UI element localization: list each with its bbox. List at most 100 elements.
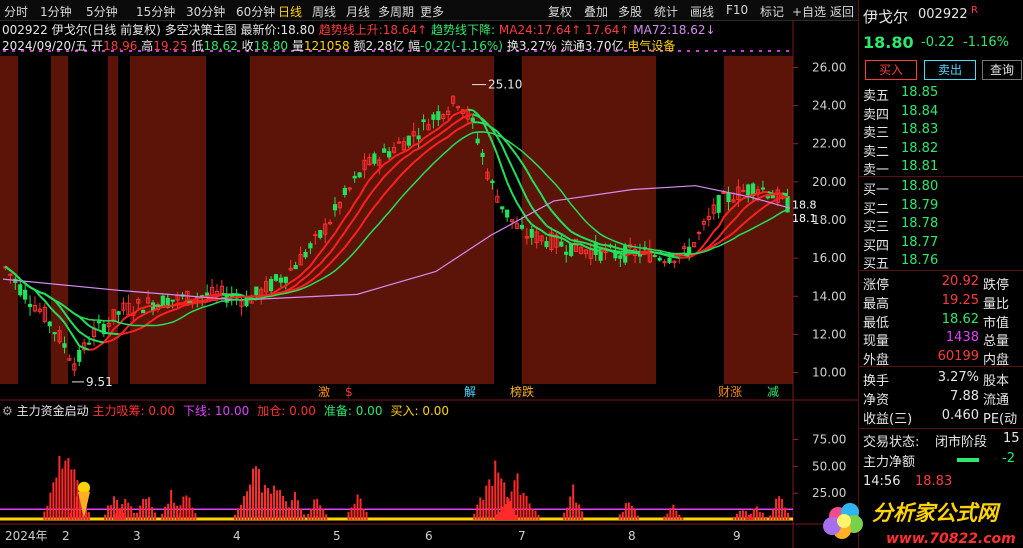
strategy-name[interactable]: 多空决策主图 [165,23,237,37]
fund-bar [350,507,353,520]
ask-row: 卖一 18.81 [863,158,1021,178]
fund-bar [239,504,242,520]
stat-value: 19.25 [941,292,979,308]
toolbar-item-7[interactable]: 周线 [312,3,336,20]
toolbar-item-5[interactable]: 60分钟 [236,3,275,20]
ask-label: 卖五 [863,89,890,104]
close-value: 18.80 [253,39,289,53]
trend-line-segment [625,248,631,252]
toolbar-item-9[interactable]: 多周期 [378,3,414,20]
toolbar-item-2[interactable]: 5分钟 [86,3,118,20]
toolbar-item-6[interactable]: 日线 [278,3,302,20]
stat-label: 最高 [863,296,890,312]
toolbar-item-4[interactable]: 30分钟 [186,3,225,20]
toolbar-item-19[interactable]: 返回 [830,3,854,20]
stat-row: 最高 19.25 量比 [863,292,1021,312]
trend-line-segment [620,247,626,251]
fund-bar [316,498,319,520]
stat2-label: 净资 [863,392,890,408]
ask-price: 18.82 [901,140,939,156]
fund-bar [738,511,741,520]
toolbar-item-13[interactable]: 多股 [618,3,642,20]
ask-row: 卖五 18.85 [863,84,1021,104]
event-label-5: 减 [767,385,779,399]
ma24-value: 17.64 [536,23,572,37]
toolbar-item-10[interactable]: 更多 [420,3,444,20]
fund-bar [127,502,130,520]
bid-row: 买一 18.80 [863,178,1021,198]
trend-line-segment [211,298,218,302]
fund-bar [299,508,302,520]
trend-line-segment [477,121,483,125]
fund-bar [752,508,755,520]
toolbar-item-1[interactable]: 1分钟 [40,3,72,20]
toolbar-item-0[interactable]: 分时 [4,3,28,20]
fund-bar [279,489,282,520]
fund-bar [161,513,164,520]
fund-bar [578,504,581,520]
fund-bar [758,512,761,520]
low-value: 18.62 [203,39,238,53]
fund-bar [633,508,636,520]
indicator-title[interactable]: 主力资金启动 [17,404,89,418]
sub-y-tick-0: 75.00 [812,432,846,446]
ask-label: 卖三 [863,126,890,141]
fund-bar [242,496,245,520]
fund-bar [236,508,239,520]
sell-button[interactable]: 卖出 [924,60,976,80]
month-label-8: 9 [733,529,741,543]
indicator-header: ⚙ 主力资金启动 主力吸筹: 0.00 下线: 10.00 加仓: 0.00 准备: … [2,402,852,418]
turn-label: 换 [506,39,519,53]
ma24-label: MA24: [498,23,537,37]
fund-bar [769,515,772,520]
trend-line-segment [266,293,272,297]
buy-button[interactable]: 买入 [865,60,917,80]
stat-row: 外盘 60199 内盘 [863,348,1021,368]
high-value: 19.25 [153,39,188,53]
stat2-row: 净资 7.88 流通 [863,388,1021,408]
fund-bar [310,508,313,520]
fund-bar [784,507,787,520]
trend-line-segment [664,252,670,256]
fund-bar [307,513,310,520]
trend-line-segment [580,241,587,245]
toolbar-item-12[interactable]: 叠加 [584,3,608,20]
toolbar-item-8[interactable]: 月线 [346,3,370,20]
trend-line-segment [620,250,626,254]
y-tick-2: 22.00 [812,137,846,151]
fund-bar [522,492,525,520]
stat-label2: 量比 [983,296,1010,312]
fund-bar [248,484,251,520]
vol-value: 121058 [303,39,350,53]
toolbar-item-17[interactable]: 标记 [760,3,784,20]
fund-bar [264,491,267,520]
toolbar-item-16[interactable]: F10 [726,3,748,17]
legend-label-1: 下线: [183,404,212,418]
trend-up-arrow: ↑ [417,23,428,37]
trend-line-segment [767,193,774,197]
ask-price: 18.84 [901,103,939,119]
fund-bar [624,503,627,520]
fund-bar [479,497,482,520]
legend-value-4: 0.00 [422,404,450,418]
separator [859,176,1023,177]
toolbar-item-11[interactable]: 复权 [548,3,572,20]
last-price-label: 18.8 [792,199,817,212]
toolbar-item-18[interactable]: +自选 [792,3,826,20]
logo-url: www.70822.com [886,531,1016,547]
sector-label[interactable]: 电气设备 [627,39,675,53]
legend-label-2: 加仓: [257,404,286,418]
settings-icon[interactable]: ⚙ [2,404,13,418]
toolbar-item-3[interactable]: 15分钟 [136,3,175,20]
toolbar-item-14[interactable]: 统计 [654,3,678,20]
candle [372,151,377,166]
event-label-1: $ [345,385,353,399]
stat-row: 现量 1438 总量 [863,329,1021,349]
trend-line-segment [595,245,601,249]
fund-bar [741,510,744,520]
y-tick-7: 12.00 [812,327,846,341]
candle [691,241,697,248]
query-button[interactable]: 查询 [982,60,1022,80]
vol-label: 量 [291,39,304,53]
toolbar-item-15[interactable]: 画线 [690,3,714,20]
